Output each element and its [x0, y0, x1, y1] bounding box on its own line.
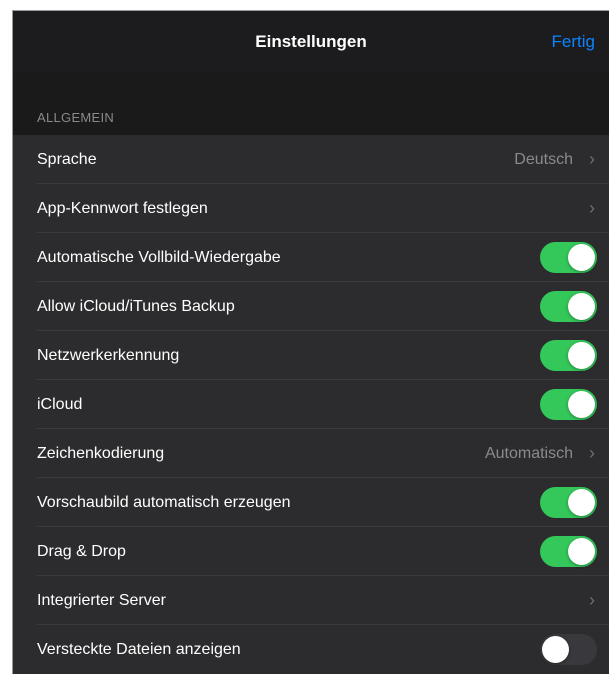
toggle-switch[interactable]: [540, 242, 597, 273]
settings-row-label: Drag & Drop: [37, 543, 126, 560]
settings-row[interactable]: Netzwerkerkennung: [13, 331, 609, 380]
chevron-right-icon: ›: [589, 590, 595, 610]
settings-window: Einstellungen Fertig ALLGEMEIN Sprache De…: [12, 10, 609, 674]
toggle-switch[interactable]: [540, 536, 597, 567]
settings-row[interactable]: Versteckte Dateien anzeigen: [13, 625, 609, 674]
settings-row[interactable]: App-Kennwort festlegen ›: [13, 184, 609, 233]
settings-row-label: Vorschaubild automatisch erzeugen: [37, 494, 291, 511]
toggle-switch[interactable]: [540, 389, 597, 420]
chevron-right-icon: ›: [589, 149, 595, 169]
toggle-switch[interactable]: [540, 291, 597, 322]
chevron-right-icon: ›: [589, 443, 595, 463]
settings-row[interactable]: Integrierter Server ›: [13, 576, 609, 625]
toggle-knob: [568, 391, 595, 418]
settings-row[interactable]: Vorschaubild automatisch erzeugen: [13, 478, 609, 527]
section-header-label: ALLGEMEIN: [37, 110, 115, 125]
toggle-switch[interactable]: [540, 634, 597, 665]
settings-row-label: Integrierter Server: [37, 592, 166, 609]
chevron-right-icon: ›: [589, 198, 595, 218]
navigation-bar: Einstellungen Fertig: [13, 11, 609, 73]
settings-row[interactable]: Sprache Deutsch ›: [13, 135, 609, 184]
settings-row-value: Deutsch: [514, 151, 573, 168]
settings-row-label: Automatische Vollbild-Wiedergabe: [37, 249, 281, 266]
toggle-knob: [568, 293, 595, 320]
page-title: Einstellungen: [255, 32, 367, 51]
settings-row-label: Versteckte Dateien anzeigen: [37, 641, 241, 658]
settings-row[interactable]: Drag & Drop: [13, 527, 609, 576]
section-header: ALLGEMEIN: [13, 73, 609, 135]
toggle-knob: [568, 489, 595, 516]
settings-row-label: iCloud: [37, 396, 83, 413]
toggle-knob: [568, 538, 595, 565]
settings-row-label: Sprache: [37, 151, 97, 168]
settings-row-label: Zeichenkodierung: [37, 445, 165, 462]
settings-row[interactable]: iCloud: [13, 380, 609, 429]
settings-row-value: Automatisch: [484, 445, 573, 462]
toggle-switch[interactable]: [540, 340, 597, 371]
settings-row-label: Netzwerkerkennung: [37, 347, 180, 364]
settings-row[interactable]: Allow iCloud/iTunes Backup: [13, 282, 609, 331]
settings-row-label: Allow iCloud/iTunes Backup: [37, 298, 235, 315]
toggle-knob: [542, 636, 569, 663]
settings-row[interactable]: Automatische Vollbild-Wiedergabe: [13, 233, 609, 282]
settings-row[interactable]: Zeichenkodierung Automatisch ›: [13, 429, 609, 478]
toggle-knob: [568, 342, 595, 369]
settings-list: Sprache Deutsch › App-Kennwort festlegen › Au…: [13, 135, 609, 674]
done-button[interactable]: Fertig: [552, 11, 595, 73]
toggle-switch[interactable]: [540, 487, 597, 518]
settings-row-label: App-Kennwort festlegen: [37, 200, 208, 217]
toggle-knob: [568, 244, 595, 271]
